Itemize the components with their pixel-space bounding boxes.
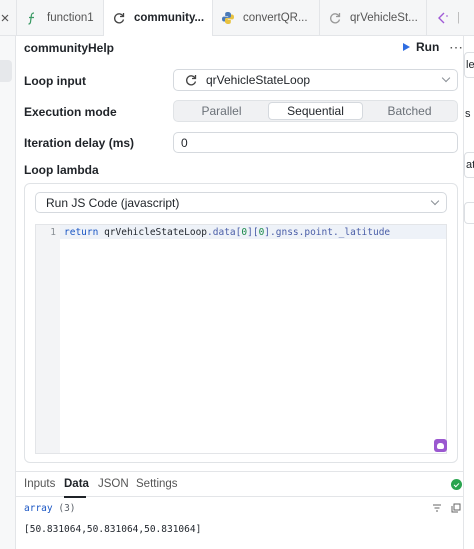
right-text-fragment: s: [465, 108, 471, 120]
right-text-fragment: le: [466, 59, 474, 71]
code-property-data: data: [212, 226, 236, 238]
ai-spark-icon: [438, 12, 448, 24]
chevron-down-icon: [430, 196, 440, 206]
execution-mode-selector: Parallel Sequential Batched: [173, 100, 458, 122]
loop-input-value: qrVehicleStateLoop: [206, 73, 311, 87]
iteration-delay-input[interactable]: 0: [173, 132, 458, 153]
left-sidebar: [0, 36, 16, 549]
result-type-label: array: [24, 503, 53, 514]
language-select[interactable]: Run JS Code (javascript): [35, 192, 447, 213]
tab-close-partial: |: [457, 12, 460, 24]
right-text-fragment: at: [466, 159, 474, 171]
loop-icon: [114, 13, 125, 24]
filter-icon[interactable]: [432, 503, 442, 513]
loop-input-select[interactable]: qrVehicleStateLoop: [173, 69, 458, 91]
result-tabs: Inputs Data JSON Settings: [16, 473, 463, 498]
run-button[interactable]: Run: [403, 40, 439, 54]
code-bracket: ][: [247, 226, 259, 238]
code-line[interactable]: return qrVehicleStateLoop. data[0][0]. gns…: [60, 225, 446, 239]
tab-function1[interactable]: function1: [17, 0, 104, 36]
code-bracket: ].: [264, 226, 276, 238]
right-field-fragment[interactable]: [464, 202, 474, 224]
loop-icon: [330, 13, 341, 24]
tab-ai[interactable]: |: [427, 0, 473, 36]
success-check-icon: [451, 479, 462, 490]
tab-bar: function1 community... ✕ convertQR... qr…: [0, 0, 474, 37]
tab-inputs[interactable]: Inputs: [24, 478, 55, 490]
iteration-delay-label: Iteration delay (ms): [24, 136, 135, 150]
tab-qrvehiclestate[interactable]: qrVehicleSt...: [320, 0, 427, 36]
right-field-fragment: s: [464, 102, 474, 128]
tab-communityhelp[interactable]: community... ✕: [104, 0, 213, 37]
close-all-tabs-button[interactable]: [0, 0, 17, 36]
function-icon: [28, 12, 35, 25]
robot-face-icon: [437, 442, 444, 449]
tab-label: qrVehicleSt...: [350, 12, 418, 24]
tab-label: convertQR...: [243, 12, 308, 24]
tab-label: community...: [134, 12, 205, 24]
mode-parallel[interactable]: Parallel: [175, 102, 268, 120]
code-editor[interactable]: 1 return qrVehicleStateLoop. data[0][0]. g…: [35, 224, 447, 454]
panel-header: communityHelp Run ⋯: [16, 36, 463, 60]
ai-assistant-icon[interactable]: [434, 439, 447, 452]
tab-settings[interactable]: Settings: [136, 478, 178, 490]
result-type: array (3): [24, 503, 76, 514]
line-number: 1: [50, 227, 56, 238]
mode-sequential[interactable]: Sequential: [268, 102, 363, 120]
play-icon: [403, 43, 410, 51]
panel-title: communityHelp: [24, 41, 115, 55]
step-panel: communityHelp Run ⋯ Loop input qrVehicle…: [16, 36, 463, 549]
run-button-label: Run: [416, 40, 440, 54]
active-tab-indicator: [64, 496, 86, 498]
language-value: Run JS Code (javascript): [46, 195, 180, 210]
tab-json[interactable]: JSON: [98, 478, 129, 490]
code-object: qrVehicleStateLoop: [104, 226, 208, 238]
code-keyword: return: [64, 226, 99, 238]
divider: [16, 471, 463, 472]
editor-gutter: 1: [36, 225, 60, 453]
right-field-fragment[interactable]: le: [464, 52, 474, 78]
loop-lambda-label: Loop lambda: [24, 163, 99, 177]
result-count: (3): [58, 503, 76, 514]
tab-label: function1: [47, 12, 94, 24]
loop-icon: [186, 75, 197, 86]
execution-mode-label: Execution mode: [24, 105, 117, 119]
mode-batched[interactable]: Batched: [363, 102, 456, 120]
close-icon: [1, 14, 9, 22]
more-options-icon[interactable]: ⋯: [449, 39, 464, 56]
chevron-down-icon: [441, 73, 451, 83]
tab-data[interactable]: Data: [64, 478, 89, 490]
copy-icon[interactable]: [451, 503, 461, 513]
loop-input-label: Loop input: [24, 74, 86, 88]
loop-lambda-container: Run JS Code (javascript) 1 return qrVehi…: [24, 183, 458, 463]
right-panel-edge: le s at: [463, 36, 474, 549]
sidebar-selected-item[interactable]: [0, 60, 12, 82]
code-property-path: gnss.point._latitude: [275, 226, 391, 238]
right-field-fragment[interactable]: at: [464, 152, 474, 178]
python-icon: [222, 12, 234, 24]
iteration-delay-value: 0: [181, 135, 188, 150]
result-value: [50.831064,50.831064,50.831064]: [24, 524, 202, 535]
tab-convertqr[interactable]: convertQR...: [213, 0, 320, 36]
